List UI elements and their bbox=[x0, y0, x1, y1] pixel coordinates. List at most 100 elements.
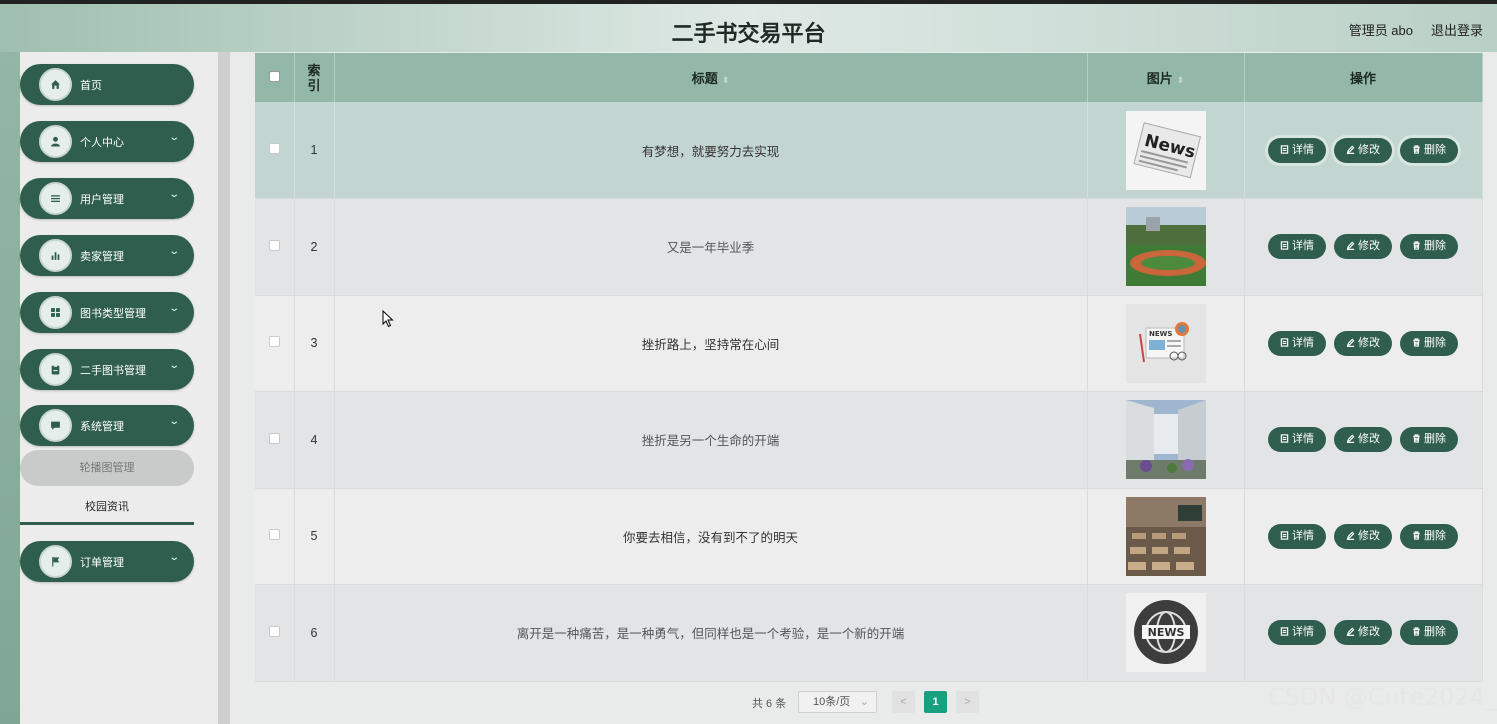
table-row[interactable]: 3 挫折路上，坚持常在心间 NEWS 详情 修改 删除 bbox=[255, 295, 1483, 392]
delete-button[interactable]: 删除 bbox=[1400, 620, 1458, 646]
button-label: 删除 bbox=[1424, 240, 1446, 253]
table-row[interactable]: 6 离开是一种痛苦，是一种勇气，但同样也是一个考验，是一个新的开端 NEWS 详… bbox=[255, 584, 1483, 682]
document-icon bbox=[1280, 434, 1289, 443]
document-icon bbox=[1280, 145, 1289, 154]
row-title: 有梦想，就要努力去实现 bbox=[334, 102, 1088, 199]
news-illustration-thumbnail[interactable]: NEWS bbox=[1125, 303, 1206, 383]
row-title: 你要去相信，没有到不了的明天 bbox=[334, 488, 1088, 585]
row-checkbox[interactable] bbox=[268, 432, 280, 444]
button-label: 修改 bbox=[1358, 336, 1380, 349]
delete-button[interactable]: 删除 bbox=[1400, 330, 1458, 356]
column-header-title[interactable]: 标题 ⬍ bbox=[334, 53, 1088, 102]
sidebar-item-label: 图书类型管理 bbox=[80, 308, 146, 320]
sidebar-scroll-track[interactable] bbox=[218, 52, 230, 724]
sidebar-item-system-management[interactable]: 系统管理 ⌄ bbox=[20, 405, 194, 446]
row-checkbox[interactable] bbox=[268, 143, 280, 154]
document-icon bbox=[1280, 627, 1289, 636]
row-checkbox[interactable] bbox=[268, 336, 280, 348]
edit-button[interactable]: 修改 bbox=[1334, 620, 1392, 646]
sidebar-item-user-management[interactable]: 用户管理 ⌄ bbox=[20, 178, 194, 219]
button-label: 修改 bbox=[1358, 626, 1380, 639]
flag-icon bbox=[39, 545, 72, 578]
prev-page-button[interactable]: < bbox=[892, 691, 915, 713]
table-row[interactable]: 2 又是一年毕业季 详情 修改 删除 bbox=[255, 198, 1483, 296]
edit-button[interactable]: 修改 bbox=[1334, 523, 1392, 549]
app-header: 二手书交易平台 管理员 abo 退出登录 bbox=[0, 4, 1497, 52]
table-row[interactable]: 1 有梦想，就要努力去实现 News 详情 修改 删除 bbox=[255, 102, 1483, 199]
chevron-down-icon: ⌄ bbox=[167, 132, 180, 143]
button-label: 删除 bbox=[1424, 529, 1446, 542]
button-label: 详情 bbox=[1292, 433, 1314, 446]
sidebar-item-label: 二手图书管理 bbox=[80, 365, 146, 377]
sidebar-item-used-book-management[interactable]: 二手图书管理 ⌄ bbox=[20, 349, 194, 390]
edit-button[interactable]: 修改 bbox=[1334, 137, 1392, 163]
detail-button[interactable]: 详情 bbox=[1268, 330, 1326, 356]
news-globe-thumbnail[interactable]: NEWS bbox=[1125, 593, 1206, 673]
button-label: 删除 bbox=[1424, 433, 1446, 446]
edit-button[interactable]: 修改 bbox=[1334, 234, 1392, 260]
campus-field-thumbnail[interactable] bbox=[1125, 207, 1206, 287]
column-header-label: 索引 bbox=[307, 62, 321, 93]
page-size-select[interactable]: 10条/页 ⌄ bbox=[798, 691, 877, 713]
column-header-image[interactable]: 图片 ⬍ bbox=[1087, 53, 1245, 102]
delete-button[interactable]: 删除 bbox=[1400, 137, 1458, 163]
button-label: 修改 bbox=[1358, 529, 1380, 542]
pencil-icon bbox=[1346, 627, 1355, 636]
next-page-button[interactable]: > bbox=[956, 691, 979, 713]
sort-icon[interactable]: ⬍ bbox=[1177, 75, 1185, 85]
row-index: 4 bbox=[294, 391, 335, 489]
pencil-icon bbox=[1346, 531, 1355, 540]
news-table: 索引 标题 ⬍ 图片 ⬍ 操作 1 有梦想，就要努力去实现 News 详情 修改 删除 … bbox=[255, 53, 1483, 682]
button-label: 修改 bbox=[1358, 143, 1380, 156]
row-checkbox[interactable] bbox=[268, 625, 280, 637]
delete-button[interactable]: 删除 bbox=[1400, 427, 1458, 453]
sidebar-item-personal-center[interactable]: 个人中心 ⌄ bbox=[20, 121, 194, 162]
page-number-button[interactable]: 1 bbox=[924, 691, 947, 713]
sidebar-item-order-management[interactable]: 订单管理 ⌄ bbox=[20, 541, 194, 582]
trash-icon bbox=[1412, 434, 1421, 443]
logout-link[interactable]: 退出登录 bbox=[1431, 20, 1483, 39]
sidebar-item-home[interactable]: 首页 bbox=[20, 64, 194, 105]
row-checkbox[interactable] bbox=[268, 239, 280, 251]
mouse-cursor-icon bbox=[382, 310, 394, 328]
submenu-item-carousel-management[interactable]: 轮播图管理 bbox=[20, 450, 194, 486]
sort-icon[interactable]: ⬍ bbox=[722, 75, 730, 85]
bar-chart-icon bbox=[39, 239, 72, 272]
newspaper-thumbnail[interactable]: News bbox=[1125, 110, 1206, 190]
edit-button[interactable]: 修改 bbox=[1334, 330, 1392, 356]
row-checkbox[interactable] bbox=[268, 529, 280, 541]
sidebar-item-book-type-management[interactable]: 图书类型管理 ⌄ bbox=[20, 292, 194, 333]
detail-button[interactable]: 详情 bbox=[1268, 523, 1326, 549]
column-header-actions: 操作 bbox=[1244, 53, 1483, 102]
table-header-row: 索引 标题 ⬍ 图片 ⬍ 操作 bbox=[255, 53, 1483, 102]
sidebar-item-label: 个人中心 bbox=[80, 137, 124, 149]
chevron-down-icon: ⌄ bbox=[167, 303, 180, 314]
page-size-value: 10条/页 bbox=[813, 696, 851, 708]
pencil-icon bbox=[1346, 241, 1355, 250]
delete-button[interactable]: 删除 bbox=[1400, 234, 1458, 260]
row-title: 挫折路上，坚持常在心间 bbox=[334, 295, 1088, 392]
detail-button[interactable]: 详情 bbox=[1268, 427, 1326, 453]
table-row[interactable]: 5 你要去相信，没有到不了的明天 详情 修改 删除 bbox=[255, 488, 1483, 585]
detail-button[interactable]: 详情 bbox=[1268, 234, 1326, 260]
select-all-checkbox[interactable] bbox=[268, 71, 280, 82]
button-label: 详情 bbox=[1292, 143, 1314, 156]
table-row[interactable]: 4 挫折是另一个生命的开端 详情 修改 删除 bbox=[255, 391, 1483, 489]
chevron-down-icon: ⌄ bbox=[167, 552, 180, 563]
document-icon bbox=[1280, 338, 1289, 347]
pencil-icon bbox=[1346, 338, 1355, 347]
person-icon bbox=[39, 125, 72, 158]
row-title: 又是一年毕业季 bbox=[334, 198, 1088, 296]
edit-button[interactable]: 修改 bbox=[1334, 427, 1392, 453]
sidebar-item-seller-management[interactable]: 卖家管理 ⌄ bbox=[20, 235, 194, 276]
button-label: 详情 bbox=[1292, 529, 1314, 542]
delete-button[interactable]: 删除 bbox=[1400, 523, 1458, 549]
detail-button[interactable]: 详情 bbox=[1268, 620, 1326, 646]
submenu-item-campus-news[interactable]: 校园资讯 bbox=[20, 489, 194, 525]
classroom-thumbnail[interactable] bbox=[1125, 496, 1206, 576]
detail-button[interactable]: 详情 bbox=[1268, 137, 1326, 163]
courtyard-thumbnail[interactable] bbox=[1125, 400, 1206, 480]
home-icon bbox=[39, 68, 72, 101]
column-header-label: 标题 bbox=[691, 71, 718, 86]
trash-icon bbox=[1412, 627, 1421, 636]
